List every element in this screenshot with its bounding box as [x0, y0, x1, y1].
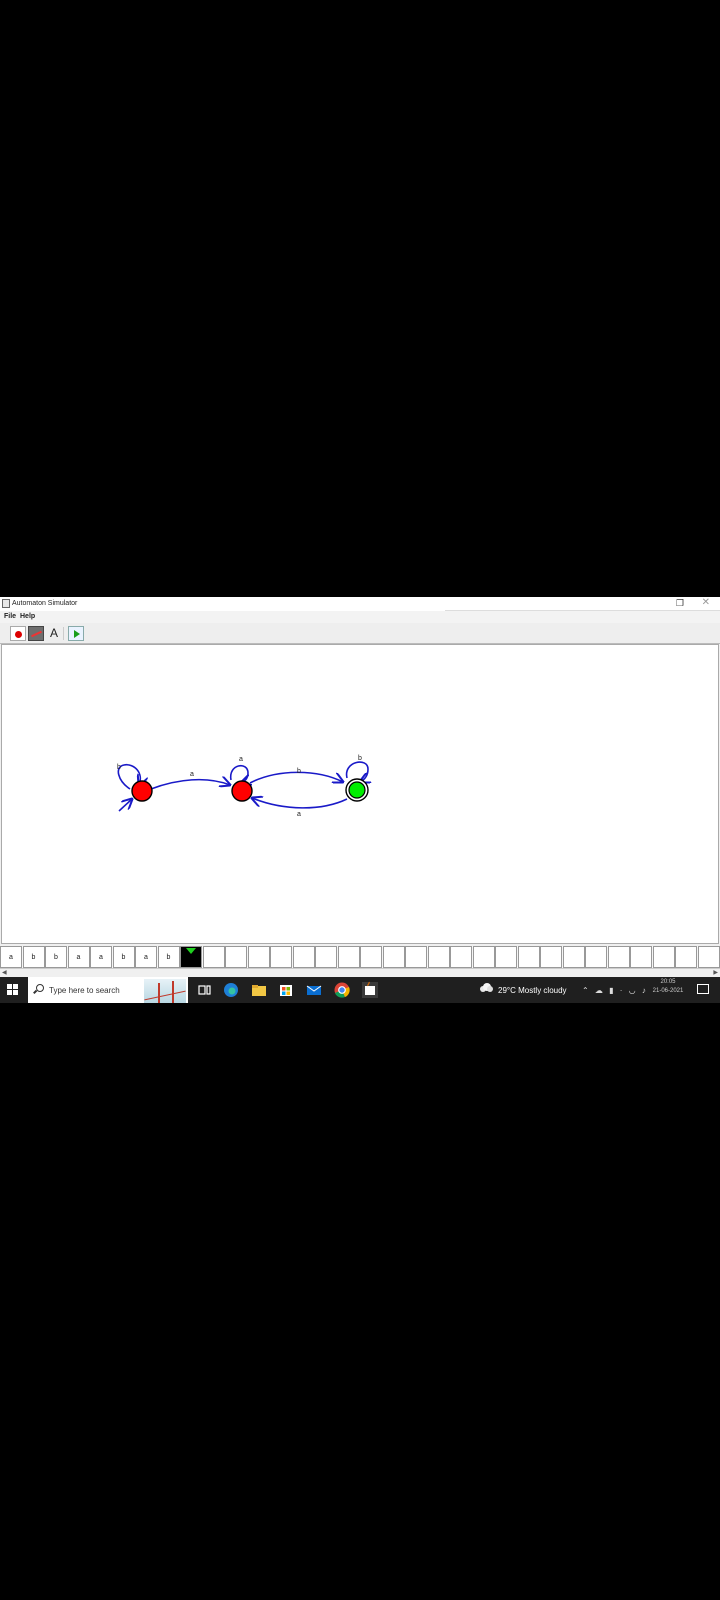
tape-scrollbar[interactable]: ◀ ▶ — [0, 968, 720, 977]
task-view-icon[interactable] — [196, 981, 214, 999]
tape-cell[interactable] — [450, 946, 472, 968]
tape-cell[interactable]: a — [135, 946, 157, 968]
java-app-icon[interactable] — [361, 981, 379, 999]
tape-cell[interactable] — [202, 946, 225, 968]
edge-label-q2-q1: a — [297, 811, 301, 818]
tape-cell[interactable] — [225, 946, 247, 968]
tape-cell[interactable] — [607, 946, 630, 968]
tape-cell[interactable] — [697, 946, 720, 968]
edge-q1-q1 — [230, 764, 248, 783]
window-titlebar: Automaton Simulator ❐ ✕ — [0, 597, 720, 611]
window-title: Automaton Simulator — [12, 600, 78, 607]
scroll-left-icon[interactable]: ◀ — [2, 969, 7, 976]
tape-cell[interactable] — [675, 946, 697, 968]
tape-cell[interactable] — [562, 946, 585, 968]
notification-icon[interactable] — [697, 984, 709, 994]
edge-label-q0-q1: a — [190, 771, 194, 778]
clock-time: 20:05 — [660, 979, 676, 985]
scroll-right-icon[interactable]: ▶ — [713, 969, 718, 976]
edge-q0-q1 — [150, 780, 230, 790]
tape-cell[interactable]: a — [0, 946, 22, 968]
tape-cell[interactable]: a — [90, 946, 112, 968]
edge-label-q1-q1: a — [239, 756, 243, 763]
taskbar-clock[interactable]: 20:05 21-06-2021 — [650, 979, 686, 994]
tape-cell[interactable] — [292, 946, 315, 968]
tape-cell[interactable] — [652, 946, 675, 968]
store-icon[interactable] — [277, 981, 295, 999]
add-state-button[interactable] — [10, 626, 26, 641]
windows-start-icon[interactable] — [7, 984, 18, 995]
tape-head-cell[interactable] — [180, 946, 202, 968]
menu-help[interactable]: Help — [20, 613, 35, 620]
text-tool-button[interactable]: A — [46, 626, 62, 641]
clock-date: 21-06-2021 — [652, 988, 684, 994]
windows-taskbar: Type here to search 29°C Mostly cloudy ⌃… — [0, 977, 720, 1003]
tape-cell[interactable] — [585, 946, 607, 968]
state-q0 — [131, 780, 153, 802]
automaton-canvas[interactable]: b a a b b a — [1, 644, 719, 944]
add-transition-button[interactable] — [28, 626, 44, 641]
search-highlight-image — [144, 979, 186, 1003]
tape-cell[interactable] — [270, 946, 292, 968]
chrome-icon[interactable] — [333, 981, 351, 999]
system-tray-icons[interactable]: ⌃ ☁ ▮ · ◡ ♪ — [582, 986, 648, 995]
edge-browser-icon[interactable] — [222, 981, 240, 999]
edge-label-q0-q0: b — [117, 764, 121, 771]
file-explorer-icon[interactable] — [250, 981, 268, 999]
tape-cell[interactable] — [337, 946, 360, 968]
tape-cell[interactable]: b — [157, 946, 180, 968]
toolbar: A — [0, 623, 720, 644]
tape-cell[interactable] — [382, 946, 405, 968]
edge-label-q1-q2: b — [297, 768, 301, 775]
weather-cloud-icon — [480, 983, 493, 992]
search-placeholder: Type here to search — [49, 986, 120, 995]
mail-icon[interactable] — [305, 981, 323, 999]
menu-bar: File Help — [0, 611, 720, 623]
edge-q2-q1 — [252, 798, 348, 809]
restore-icon[interactable]: ❐ — [676, 598, 684, 609]
tape-cell[interactable]: b — [22, 946, 45, 968]
tape-cell[interactable] — [405, 946, 427, 968]
state-q1 — [231, 780, 253, 802]
desktop-screen: Automaton Simulator ❐ ✕ File Help A b a … — [0, 597, 720, 1003]
tape-cell[interactable] — [472, 946, 495, 968]
state-q2 — [348, 781, 366, 799]
tape-cell[interactable] — [630, 946, 652, 968]
tape-cell[interactable]: b — [45, 946, 67, 968]
toolbar-separator — [63, 627, 64, 640]
tape-cell[interactable] — [247, 946, 270, 968]
close-icon[interactable]: ✕ — [702, 597, 710, 608]
menu-file[interactable]: File — [4, 613, 16, 620]
tape-cell[interactable]: b — [112, 946, 135, 968]
tape-cell[interactable]: a — [67, 946, 90, 968]
edge-label-q2-q2: b — [358, 755, 362, 762]
start-arrow — [118, 799, 132, 812]
tape-cell[interactable] — [360, 946, 382, 968]
tape-cell[interactable] — [315, 946, 337, 968]
tape-cell[interactable] — [427, 946, 450, 968]
search-icon — [36, 984, 44, 992]
weather-text[interactable]: 29°C Mostly cloudy — [498, 986, 567, 995]
tape-cell[interactable] — [540, 946, 562, 968]
input-tape: abbaabab — [0, 946, 720, 968]
tape-cell[interactable] — [517, 946, 540, 968]
app-icon — [2, 599, 10, 608]
taskbar-search-box[interactable]: Type here to search — [28, 977, 188, 1003]
tape-cell[interactable] — [495, 946, 517, 968]
run-button[interactable] — [68, 626, 84, 641]
